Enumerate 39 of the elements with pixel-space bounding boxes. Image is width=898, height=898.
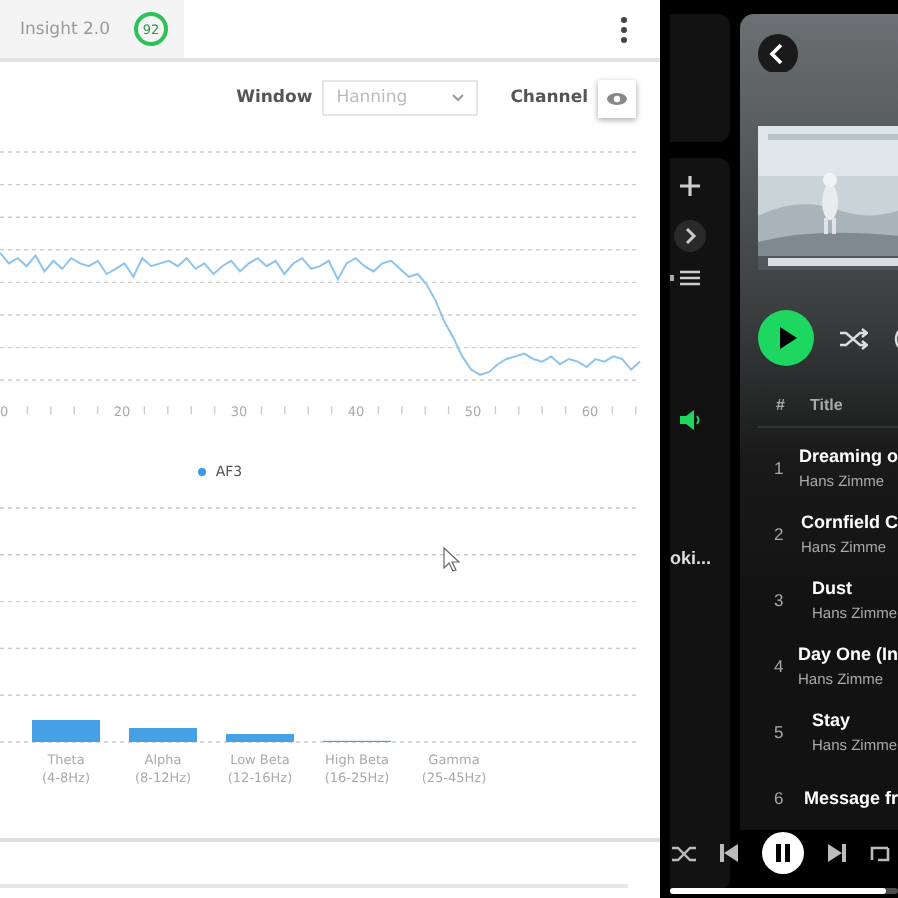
track-number: 2 [772, 523, 786, 543]
next-icon[interactable] [828, 844, 846, 862]
shuffle-icon[interactable] [672, 843, 696, 863]
play-button[interactable] [758, 310, 814, 366]
column-header: # [776, 396, 787, 414]
track-title[interactable]: Stay [812, 709, 898, 729]
chevron-right-icon[interactable] [674, 220, 706, 252]
track-title[interactable]: Dust [812, 577, 898, 597]
playlist-title[interactable]: oki... [670, 548, 712, 568]
track-title[interactable]: Message fr [803, 787, 898, 807]
mouse-cursor-icon [443, 546, 461, 572]
track-number: 5 [772, 721, 786, 741]
repeat-icon[interactable] [870, 843, 890, 863]
window-label: Window [236, 88, 313, 108]
channel-label: Channel [510, 88, 588, 108]
band-bar [226, 734, 294, 742]
eye-icon [606, 91, 628, 105]
previous-icon[interactable] [720, 844, 738, 862]
chevron-down-icon [452, 94, 465, 102]
app-title: Insight 2.0 [20, 19, 111, 39]
column-header: Title [810, 396, 843, 414]
track-number: 3 [772, 589, 786, 609]
list-icon[interactable] [670, 270, 700, 286]
track-title[interactable]: Dreaming o [798, 445, 898, 465]
track-number: 1 [772, 457, 786, 477]
back-button[interactable] [758, 34, 798, 73]
shuffle-icon[interactable] [840, 327, 868, 349]
pause-button[interactable] [762, 832, 804, 874]
track-number: 4 [772, 655, 786, 675]
track-title[interactable]: Cornfield C [801, 511, 898, 531]
track-title[interactable]: Day One (In [797, 643, 898, 663]
legend-dot [197, 468, 206, 476]
band-bar [32, 720, 100, 742]
eye-button[interactable] [598, 79, 636, 117]
track-number: 6 [772, 787, 786, 807]
plus-icon[interactable] [680, 176, 700, 196]
speaker-icon[interactable] [680, 410, 702, 430]
more-menu-icon[interactable] [620, 15, 628, 43]
band-bar [129, 728, 197, 742]
